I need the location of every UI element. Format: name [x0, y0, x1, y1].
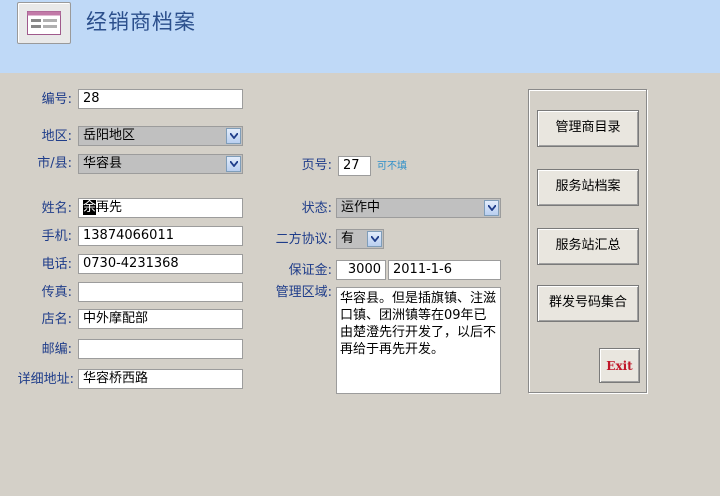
id-field[interactable]: 28: [78, 89, 243, 109]
address-field[interactable]: 华容桥西路: [78, 369, 243, 389]
group-sms-button[interactable]: 群发号码集合: [537, 285, 639, 322]
label-phone: 电话:: [41, 257, 72, 272]
chevron-down-icon[interactable]: [226, 156, 241, 172]
agreement-select[interactable]: 有: [336, 229, 384, 249]
label-page-no: 页号:: [301, 158, 332, 173]
station-summary-button[interactable]: 服务站汇总: [537, 228, 639, 265]
label-fax: 传真:: [41, 285, 72, 300]
postcode-field[interactable]: [78, 339, 243, 359]
label-city: 市/县:: [37, 156, 72, 171]
agreement-value: 有: [341, 231, 355, 246]
status-value: 运作中: [341, 200, 381, 215]
page-title: 经销商档案: [86, 10, 196, 34]
label-postcode: 邮编:: [41, 342, 72, 357]
store-field[interactable]: 中外摩配部: [78, 309, 243, 329]
label-agreement: 二方协议:: [275, 232, 332, 247]
label-status: 状态:: [301, 201, 332, 216]
name-selected-char: 余: [83, 200, 97, 215]
status-select[interactable]: 运作中: [336, 198, 501, 218]
label-store: 店名:: [41, 312, 72, 327]
region-select[interactable]: 岳阳地区: [78, 126, 243, 146]
fax-field[interactable]: [78, 282, 243, 302]
name-rest: 再先: [96, 200, 123, 215]
station-archive-button[interactable]: 服务站档案: [537, 169, 639, 206]
chevron-down-icon[interactable]: [367, 231, 382, 247]
label-mobile: 手机:: [41, 229, 72, 244]
city-value: 华容县: [83, 156, 123, 171]
label-deposit: 保证金:: [288, 263, 332, 278]
phone-field[interactable]: 0730-4231368: [78, 254, 243, 274]
page-no-hint: 可不填: [377, 161, 407, 172]
management-area-textarea[interactable]: 华容县。但是插旗镇、注滋口镇、团洲镇等在09年已由楚澄先行开发了，以后不再给于再…: [336, 287, 501, 394]
dealer-list-button[interactable]: 管理商目录: [537, 110, 639, 147]
region-value: 岳阳地区: [83, 128, 136, 143]
page-no-field[interactable]: 27: [338, 156, 371, 176]
deposit-amount-field[interactable]: 3000: [336, 260, 386, 280]
name-field[interactable]: 余再先: [78, 198, 243, 218]
chevron-down-icon[interactable]: [226, 128, 241, 144]
header-bar: 经销商档案: [0, 0, 720, 73]
exit-button[interactable]: Exit: [599, 348, 640, 383]
label-address: 详细地址:: [17, 372, 74, 387]
city-select[interactable]: 华容县: [78, 154, 243, 174]
label-name: 姓名:: [41, 201, 72, 216]
deposit-date-field[interactable]: 2011-1-6: [388, 260, 501, 280]
chevron-down-icon[interactable]: [484, 200, 499, 216]
mobile-field[interactable]: 13874066011: [78, 226, 243, 246]
form-icon: [17, 2, 71, 44]
label-area: 管理区域:: [275, 285, 332, 300]
label-region: 地区:: [41, 129, 72, 144]
label-id: 编号:: [41, 92, 72, 107]
